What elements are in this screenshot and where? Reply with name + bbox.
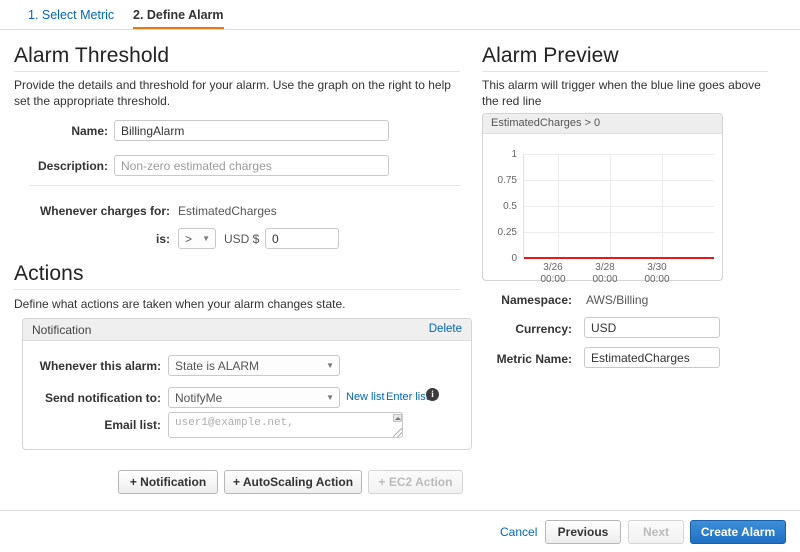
chart-xtick-0: 3/26 00:00 — [531, 262, 575, 286]
previous-button[interactable]: Previous — [545, 520, 621, 544]
chart-xtick-1: 3/28 00:00 — [583, 262, 627, 286]
next-button: Next — [628, 520, 684, 544]
whenever-charges-label: Whenever charges for: — [39, 204, 170, 218]
gridline-h-025 — [524, 232, 714, 233]
chart-xtick-0-time: 00:00 — [540, 274, 566, 285]
gridline-h-05 — [524, 206, 714, 207]
chart-plot-area — [523, 154, 714, 259]
enter-list-link[interactable]: Enter list — [386, 391, 429, 403]
comparison-operator-select[interactable]: > ▼ — [178, 228, 216, 249]
alarm-preview-heading: Alarm Preview — [482, 44, 619, 67]
comparison-operator-value: > — [185, 232, 193, 246]
preview-heading-rule — [482, 71, 768, 72]
chevron-down-icon: ▼ — [326, 361, 334, 370]
chart-xtick-2-time: 00:00 — [644, 274, 670, 285]
delete-notification-link[interactable]: Delete — [429, 323, 462, 335]
preview-description-line1: This alarm will trigger when the blue li… — [482, 78, 725, 92]
gridline-v-1 — [558, 154, 559, 259]
chart-ytick-0: 0 — [511, 253, 517, 264]
threshold-value-input[interactable] — [265, 228, 339, 249]
actions-description: Define what actions are taken when your … — [14, 297, 346, 311]
wizard-tabbar: 1. Select Metric 2. Define Alarm — [0, 0, 800, 30]
chart-xtick-0-date: 3/26 — [543, 262, 563, 273]
chart-xtick-2-date: 3/30 — [647, 262, 667, 273]
new-list-link[interactable]: New list — [346, 391, 385, 403]
alarm-threshold-heading: Alarm Threshold — [14, 44, 170, 67]
chevron-down-icon: ▼ — [202, 234, 210, 243]
notification-target-select[interactable]: NotifyMe ▼ — [168, 387, 340, 408]
gridline-v-3 — [662, 154, 663, 259]
threshold-divider — [30, 185, 460, 186]
alarm-name-input[interactable] — [114, 120, 389, 141]
chart-ytick-1: 0.25 — [497, 227, 517, 238]
currency-prefix-label: USD $ — [224, 232, 260, 246]
metric-name-label: Metric Name: — [496, 352, 572, 366]
notification-target-value: NotifyMe — [175, 391, 223, 405]
threshold-description-line2: appropriate threshold. — [53, 94, 171, 108]
notification-card-header: Notification Delete — [23, 319, 471, 341]
namespace-label: Namespace: — [501, 293, 572, 307]
whenever-charges-value: EstimatedCharges — [178, 204, 277, 218]
footer-divider — [0, 510, 800, 511]
tab-select-metric[interactable]: 1. Select Metric — [28, 8, 114, 27]
actions-heading-rule — [14, 289, 460, 290]
notification-card-title: Notification — [32, 323, 92, 337]
threshold-heading-rule — [14, 71, 460, 72]
chart-title-bar: EstimatedCharges > 0 — [483, 114, 722, 134]
tab-define-alarm[interactable]: 2. Define Alarm — [133, 8, 224, 29]
is-label: is: — [155, 232, 170, 246]
name-label: Name: — [71, 124, 108, 138]
namespace-value: AWS/Billing — [586, 293, 649, 307]
cancel-link[interactable]: Cancel — [500, 525, 537, 539]
chart-ytick-3: 0.75 — [497, 175, 517, 186]
metric-name-input[interactable] — [584, 347, 720, 368]
currency-label: Currency: — [515, 322, 572, 336]
info-icon[interactable]: i — [426, 388, 439, 401]
description-label: Description: — [37, 159, 108, 173]
chart-title: EstimatedCharges > 0 — [491, 117, 601, 129]
chart-xtick-1-date: 3/28 — [595, 262, 615, 273]
add-ec2-action-button: + EC2 Action — [368, 470, 463, 494]
alarm-description-input[interactable] — [114, 155, 389, 176]
actions-heading: Actions — [14, 262, 84, 285]
alarm-state-value: State is ALARM — [175, 359, 260, 373]
whenever-this-alarm-label: Whenever this alarm: — [39, 359, 161, 373]
chart-ytick-4: 1 — [511, 149, 517, 160]
chart-ytick-2: 0.5 — [503, 201, 517, 212]
create-alarm-button[interactable]: Create Alarm — [690, 520, 786, 544]
chart-xtick-1-time: 00:00 — [592, 274, 618, 285]
email-list-textarea[interactable] — [168, 412, 403, 438]
add-autoscaling-action-button[interactable]: + AutoScaling Action — [224, 470, 362, 494]
chevron-down-icon: ▼ — [326, 393, 334, 402]
gridline-h-075 — [524, 180, 714, 181]
currency-input[interactable] — [584, 317, 720, 338]
alarm-preview-chart: EstimatedCharges > 0 0 0.25 0.5 0.75 1 3… — [482, 113, 723, 285]
chart-xtick-2: 3/30 00:00 — [635, 262, 679, 286]
gridline-v-2 — [610, 154, 611, 259]
add-notification-button[interactable]: + Notification — [118, 470, 218, 494]
threshold-redline — [524, 257, 714, 259]
email-list-label: Email list: — [104, 418, 161, 432]
gridline-h-1 — [524, 154, 714, 155]
send-notification-to-label: Send notification to: — [45, 391, 161, 405]
alarm-state-select[interactable]: State is ALARM ▼ — [168, 355, 340, 376]
